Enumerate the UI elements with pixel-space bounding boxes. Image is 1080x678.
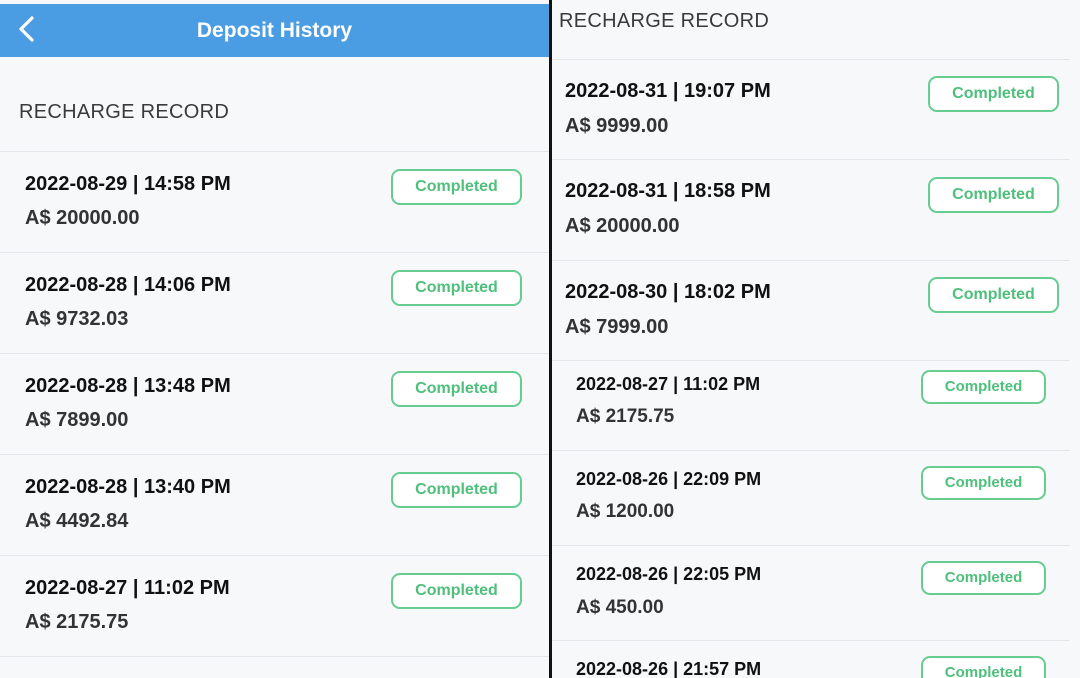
back-button[interactable] xyxy=(8,10,48,50)
record-date: 2022-08-28 | 13:48 PM xyxy=(25,375,231,397)
right-screenshot-panel: RECHARGE RECORD 2022-08-31 | 19:07 PM A$… xyxy=(552,0,1080,678)
record-amount: A$ 20000.00 xyxy=(25,207,140,229)
divider-line xyxy=(0,252,549,253)
record-date: 2022-08-26 | 21:57 PM xyxy=(576,659,762,678)
record-date: 2022-08-26 | 22:05 PM xyxy=(576,564,762,584)
record-date: 2022-08-29 | 14:58 PM xyxy=(25,173,231,195)
record-amount: A$ 20000.00 xyxy=(565,215,680,237)
divider-line xyxy=(0,151,549,152)
left-screenshot-panel: Deposit History RECHARGE RECORD 2022-08-… xyxy=(0,0,549,678)
record-date: 2022-08-28 | 14:06 PM xyxy=(25,274,231,296)
section-title: RECHARGE RECORD xyxy=(559,10,770,32)
status-badge: Completed xyxy=(391,169,522,205)
status-badge: Completed xyxy=(391,573,522,609)
record-date: 2022-08-27 | 11:02 PM xyxy=(576,374,761,394)
divider-line xyxy=(0,555,549,556)
status-badge: Completed xyxy=(921,370,1046,404)
record-amount: A$ 9732.03 xyxy=(25,308,129,330)
divider-line xyxy=(0,454,549,455)
record-date: 2022-08-28 | 13:40 PM xyxy=(25,476,231,498)
status-badge: Completed xyxy=(391,472,522,508)
top-bar: Deposit History xyxy=(0,4,549,57)
divider-line xyxy=(552,159,1070,160)
record-amount: A$ 2175.75 xyxy=(576,406,675,427)
divider-line xyxy=(0,656,549,657)
record-amount: A$ 450.00 xyxy=(576,597,664,618)
divider-line xyxy=(552,360,1070,361)
page-title: Deposit History xyxy=(196,19,353,42)
status-badge: Completed xyxy=(921,466,1046,500)
divider-line xyxy=(552,450,1070,451)
chevron-left-icon xyxy=(19,16,34,42)
divider-line xyxy=(552,545,1070,546)
record-amount: A$ 7999.00 xyxy=(565,316,669,338)
status-badge: Completed xyxy=(921,561,1046,595)
record-date: 2022-08-31 | 18:58 PM xyxy=(565,180,771,202)
divider-line xyxy=(0,353,549,354)
divider-line xyxy=(552,59,1070,60)
record-amount: A$ 7899.00 xyxy=(25,409,129,431)
record-date: 2022-08-30 | 18:02 PM xyxy=(565,281,771,303)
divider-line xyxy=(552,640,1070,641)
status-badge: Completed xyxy=(928,277,1059,313)
status-badge: Completed xyxy=(928,76,1059,112)
record-amount: A$ 2175.75 xyxy=(25,611,129,633)
record-amount: A$ 9999.00 xyxy=(565,115,669,137)
status-badge: Completed xyxy=(928,177,1059,213)
section-title: RECHARGE RECORD xyxy=(19,101,230,123)
divider-line xyxy=(552,260,1070,261)
record-date: 2022-08-27 | 11:02 PM xyxy=(25,577,230,599)
status-badge: Completed xyxy=(391,371,522,407)
record-amount: A$ 1200.00 xyxy=(576,501,675,522)
status-badge: Completed xyxy=(921,656,1046,678)
status-badge: Completed xyxy=(391,270,522,306)
record-date: 2022-08-31 | 19:07 PM xyxy=(565,80,771,102)
record-amount: A$ 4492.84 xyxy=(25,510,129,532)
record-date: 2022-08-26 | 22:09 PM xyxy=(576,469,762,489)
